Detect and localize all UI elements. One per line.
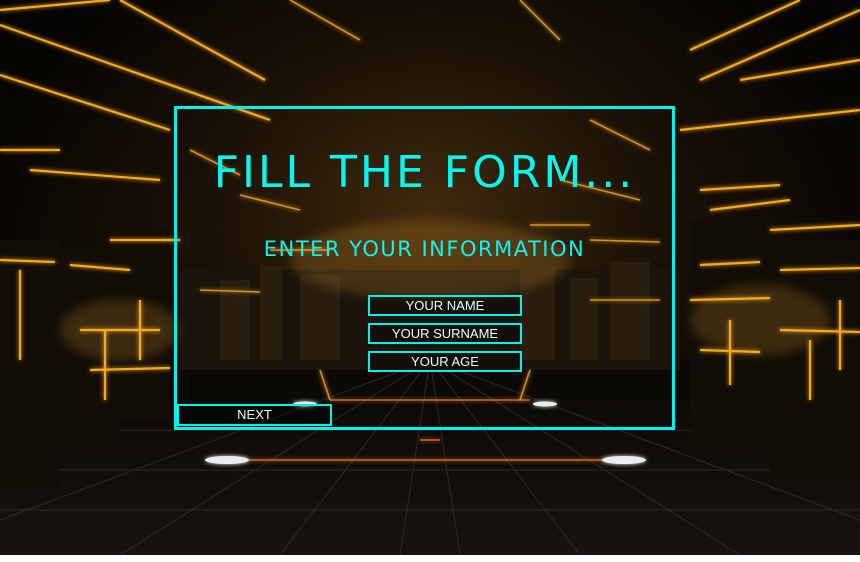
next-button[interactable]: NEXT <box>177 404 332 426</box>
age-input[interactable] <box>368 351 522 372</box>
form-panel: FILL THE FORM... ENTER YOUR INFORMATION … <box>174 106 675 430</box>
name-input[interactable] <box>368 295 522 316</box>
surname-input[interactable] <box>368 323 522 344</box>
form-subtitle: ENTER YOUR INFORMATION <box>263 237 586 261</box>
form-title: FILL THE FORM... <box>213 147 636 198</box>
